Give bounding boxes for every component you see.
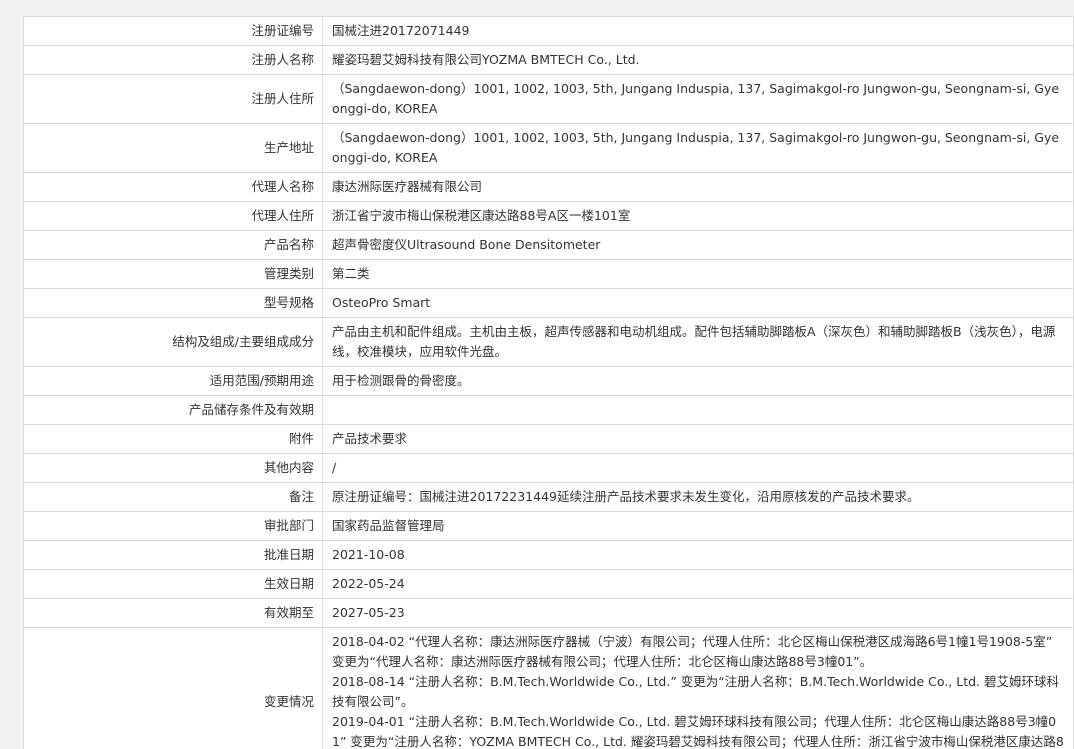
row-agent-address: 代理人住所 浙江省宁波市梅山保税港区康达路88号A区一楼101室: [23, 201, 1074, 231]
value-remarks: 原注册证编号：国械注进20172231449延续注册产品技术要求未发生变化，沿用…: [322, 482, 1074, 512]
row-management-category: 管理类别 第二类: [23, 259, 1074, 289]
value-intended-use: 用于检测跟骨的骨密度。: [322, 366, 1074, 396]
value-other-content: /: [322, 453, 1074, 483]
label-production-address: 生产地址: [23, 123, 323, 173]
value-agent-name: 康达洲际医疗器械有限公司: [322, 172, 1074, 202]
change-history-entry: 2019-04-01 “注册人名称：B.M.Tech.Worldwide Co.…: [332, 714, 1064, 749]
label-structure-composition: 结构及组成/主要组成成分: [23, 317, 323, 367]
row-remarks: 备注 原注册证编号：国械注进20172231449延续注册产品技术要求未发生变化…: [23, 482, 1074, 512]
row-storage-validity: 产品储存条件及有效期: [23, 395, 1074, 425]
label-agent-address: 代理人住所: [23, 201, 323, 231]
value-product-name: 超声骨密度仪Ultrasound Bone Densitometer: [322, 230, 1074, 260]
row-registrant-name: 注册人名称 耀姿玛碧艾姆科技有限公司YOZMA BMTECH Co., Ltd.: [23, 45, 1074, 75]
row-approval-date: 批准日期 2021-10-08: [23, 540, 1074, 570]
row-intended-use: 适用范围/预期用途 用于检测跟骨的骨密度。: [23, 366, 1074, 396]
label-storage-validity: 产品储存条件及有效期: [23, 395, 323, 425]
label-registration-number: 注册证编号: [23, 16, 323, 46]
registration-info-table: 注册证编号 国械注进20172071449 注册人名称 耀姿玛碧艾姆科技有限公司…: [23, 16, 1074, 749]
value-registration-number: 国械注进20172071449: [322, 16, 1074, 46]
row-effective-date: 生效日期 2022-05-24: [23, 569, 1074, 599]
row-registration-number: 注册证编号 国械注进20172071449: [23, 16, 1074, 46]
value-model-spec: OsteoPro Smart: [322, 288, 1074, 318]
label-management-category: 管理类别: [23, 259, 323, 289]
label-registrant-name: 注册人名称: [23, 45, 323, 75]
row-valid-until: 有效期至 2027-05-23: [23, 598, 1074, 628]
row-production-address: 生产地址 （Sangdaewon-dong）1001, 1002, 1003, …: [23, 123, 1074, 173]
row-registrant-address: 注册人住所 （Sangdaewon-dong）1001, 1002, 1003,…: [23, 74, 1074, 124]
value-structure-composition: 产品由主机和配件组成。主机由主板，超声传感器和电动机组成。配件包括辅助脚踏板A（…: [322, 317, 1074, 367]
label-effective-date: 生效日期: [23, 569, 323, 599]
label-attachment: 附件: [23, 424, 323, 454]
value-registrant-name: 耀姿玛碧艾姆科技有限公司YOZMA BMTECH Co., Ltd.: [322, 45, 1074, 75]
label-remarks: 备注: [23, 482, 323, 512]
value-storage-validity: [322, 395, 1074, 425]
value-valid-until: 2027-05-23: [322, 598, 1074, 628]
row-change-history: 变更情况 2018-04-02 “代理人名称：康达洲际医疗器械（宁波）有限公司；…: [23, 627, 1074, 749]
value-approval-date: 2021-10-08: [322, 540, 1074, 570]
label-agent-name: 代理人名称: [23, 172, 323, 202]
value-production-address: （Sangdaewon-dong）1001, 1002, 1003, 5th, …: [322, 123, 1074, 173]
change-history-entry: 2018-08-14 “注册人名称：B.M.Tech.Worldwide Co.…: [332, 674, 1059, 709]
change-history-entry: 2018-04-02 “代理人名称：康达洲际医疗器械（宁波）有限公司；代理人住所…: [332, 634, 1053, 669]
value-agent-address: 浙江省宁波市梅山保税港区康达路88号A区一楼101室: [322, 201, 1074, 231]
row-attachment: 附件 产品技术要求: [23, 424, 1074, 454]
value-effective-date: 2022-05-24: [322, 569, 1074, 599]
value-attachment: 产品技术要求: [322, 424, 1074, 454]
label-other-content: 其他内容: [23, 453, 323, 483]
label-model-spec: 型号规格: [23, 288, 323, 318]
value-registrant-address: （Sangdaewon-dong）1001, 1002, 1003, 5th, …: [322, 74, 1074, 124]
row-other-content: 其他内容 /: [23, 453, 1074, 483]
value-change-history: 2018-04-02 “代理人名称：康达洲际医疗器械（宁波）有限公司；代理人住所…: [322, 627, 1074, 749]
label-registrant-address: 注册人住所: [23, 74, 323, 124]
row-approval-department: 审批部门 国家药品监督管理局: [23, 511, 1074, 541]
label-approval-department: 审批部门: [23, 511, 323, 541]
label-intended-use: 适用范围/预期用途: [23, 366, 323, 396]
row-agent-name: 代理人名称 康达洲际医疗器械有限公司: [23, 172, 1074, 202]
label-valid-until: 有效期至: [23, 598, 323, 628]
value-management-category: 第二类: [322, 259, 1074, 289]
row-structure-composition: 结构及组成/主要组成成分 产品由主机和配件组成。主机由主板，超声传感器和电动机组…: [23, 317, 1074, 367]
registration-info-body: 注册证编号 国械注进20172071449 注册人名称 耀姿玛碧艾姆科技有限公司…: [23, 16, 1074, 749]
label-change-history: 变更情况: [23, 627, 323, 749]
value-approval-department: 国家药品监督管理局: [322, 511, 1074, 541]
record-detail-page: 注册证编号 国械注进20172071449 注册人名称 耀姿玛碧艾姆科技有限公司…: [0, 0, 1074, 749]
row-model-spec: 型号规格 OsteoPro Smart: [23, 288, 1074, 318]
label-approval-date: 批准日期: [23, 540, 323, 570]
row-product-name: 产品名称 超声骨密度仪Ultrasound Bone Densitometer: [23, 230, 1074, 260]
label-product-name: 产品名称: [23, 230, 323, 260]
